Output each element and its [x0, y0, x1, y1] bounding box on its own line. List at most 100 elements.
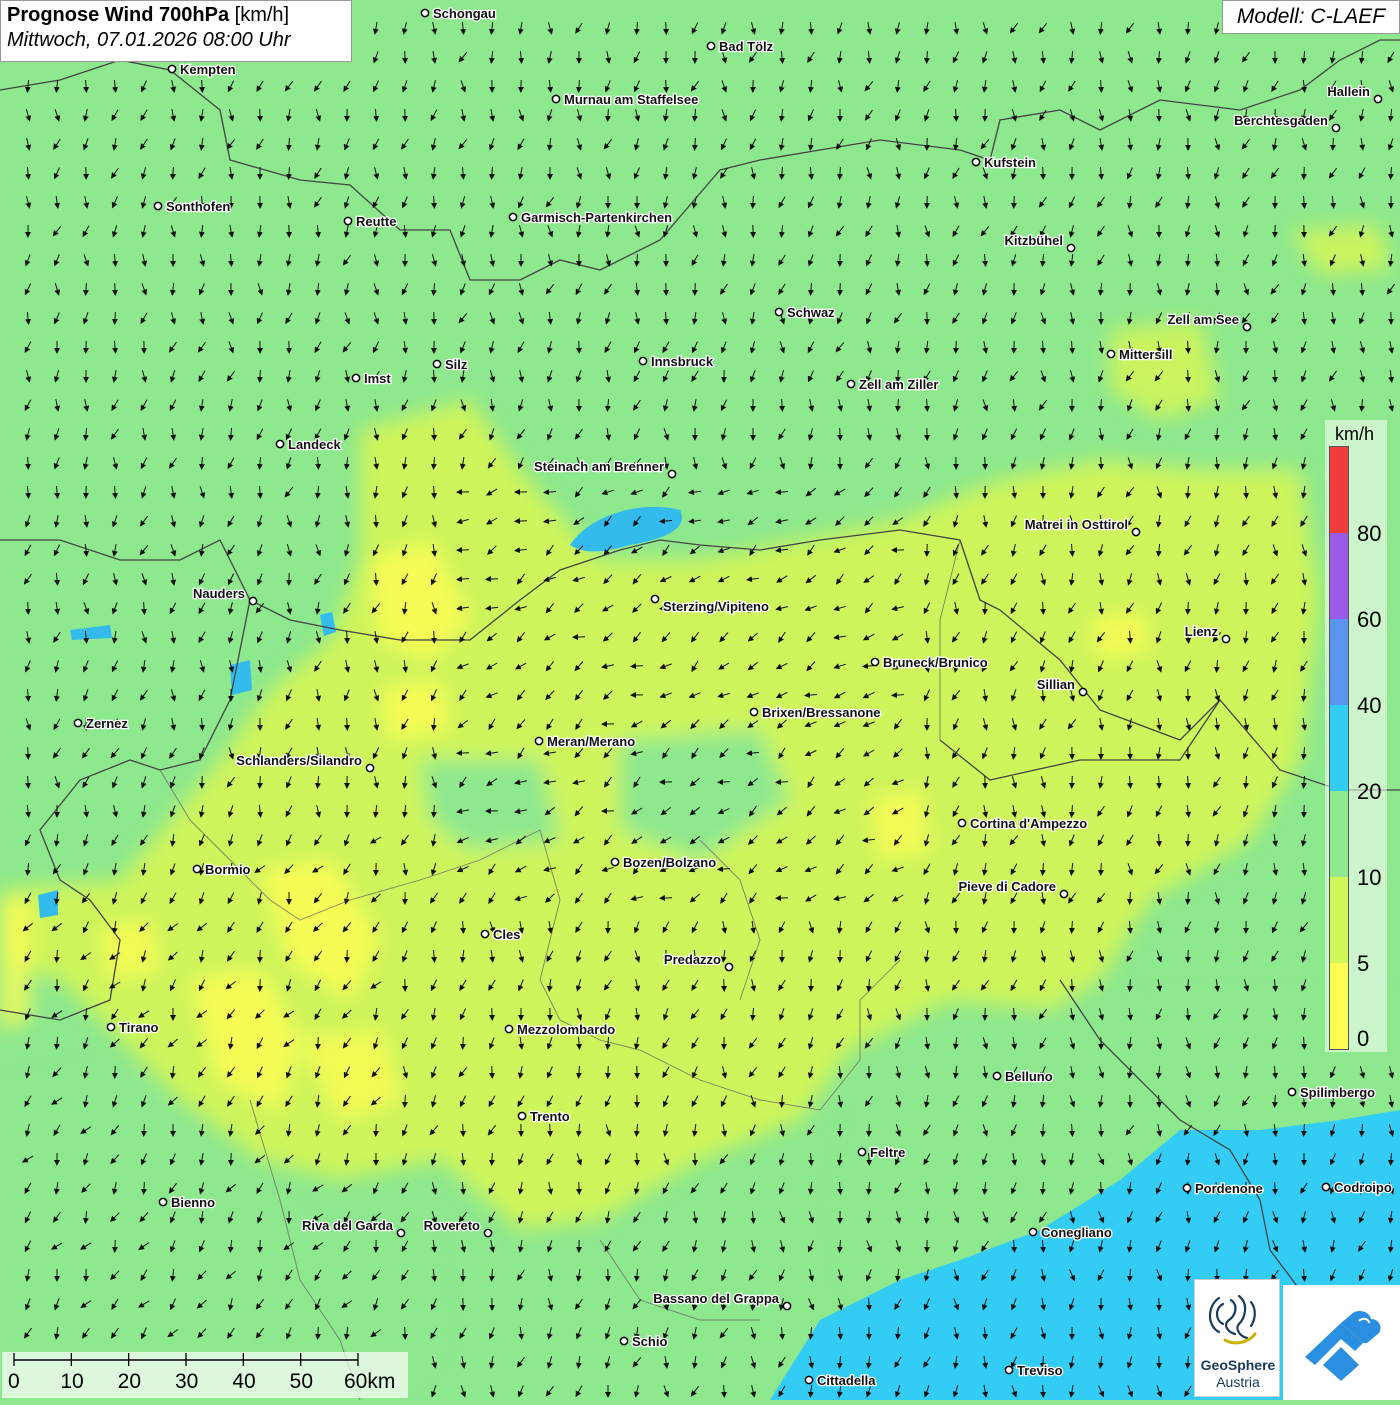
- wind-arrow: [1072, 776, 1073, 788]
- place-dot: [249, 597, 256, 604]
- wind-arrow: [1188, 834, 1189, 846]
- place-label: Bormio: [205, 862, 251, 877]
- place-label: Landeck: [288, 437, 342, 452]
- title-bold: Prognose Wind 700hPa: [7, 4, 229, 26]
- place-marker[interactable]: Spilimbergo: [1288, 1085, 1375, 1100]
- place-dot: [193, 865, 200, 872]
- place-dot: [366, 764, 373, 771]
- legend-unit: km/h: [1335, 424, 1374, 445]
- wind-arrow: [927, 196, 928, 208]
- place-dot: [1332, 124, 1339, 131]
- wind-arrow: [28, 457, 29, 469]
- geosphere-logo[interactable]: GeoSphere Austria: [1194, 1279, 1280, 1397]
- place-marker[interactable]: Meran/Merano: [535, 734, 635, 749]
- place-dot: [805, 1376, 812, 1383]
- place-dot: [1183, 1184, 1190, 1191]
- place-marker[interactable]: Schongau: [421, 6, 495, 21]
- app-logo-icon: [1283, 1285, 1400, 1400]
- place-label: Innsbruck: [651, 354, 714, 369]
- place-marker[interactable]: Brixen/Bressanone: [750, 705, 880, 720]
- place-label: Bassano del Grappa: [653, 1291, 779, 1306]
- wind-arrow: [434, 631, 435, 643]
- place-dot: [871, 658, 878, 665]
- place-label: Mezzolombardo: [517, 1022, 615, 1037]
- place-dot: [972, 158, 979, 165]
- place-dot: [344, 217, 351, 224]
- wind-arrow: [347, 950, 348, 962]
- wind-map[interactable]: SchongauBad TölzKemptenMurnau am Staffel…: [0, 0, 1400, 1400]
- place-dot: [1243, 323, 1250, 330]
- place-dot: [847, 380, 854, 387]
- model-label: Modell: C-LAEF: [1222, 0, 1400, 34]
- place-dot: [775, 308, 782, 315]
- scale-label: 30: [175, 1370, 198, 1394]
- place-label: Brixen/Bressanone: [762, 705, 881, 720]
- wind-arrow: [376, 1124, 377, 1136]
- place-label: Cortina d'Ampezzo: [970, 816, 1087, 831]
- place-marker[interactable]: Innsbruck: [639, 354, 713, 369]
- place-label: Hallein: [1327, 84, 1370, 99]
- wind-arrow: [1333, 138, 1334, 150]
- place-marker[interactable]: Sonthofen: [154, 199, 230, 214]
- wind-arrow: [1130, 283, 1131, 295]
- place-dot: [421, 9, 428, 16]
- scale-label: 60km: [344, 1370, 395, 1394]
- place-label: Sonthofen: [166, 199, 230, 214]
- place-dot: [668, 470, 675, 477]
- legend-class-swatch: [1330, 533, 1348, 619]
- place-label: Kufstein: [984, 155, 1036, 170]
- place-marker[interactable]: Cortina d'Ampezzo: [958, 816, 1087, 831]
- place-label: Lienz: [1185, 624, 1219, 639]
- place-marker[interactable]: Conegliano: [1029, 1225, 1111, 1240]
- title-unit: [km/h]: [235, 4, 289, 26]
- wind-arrow: [1275, 1182, 1276, 1194]
- wind-arrow: [869, 1124, 870, 1136]
- wind-arrow: [144, 1124, 145, 1136]
- scale-label: 0: [8, 1370, 20, 1394]
- scale-label: 10: [60, 1370, 83, 1394]
- legend-class-swatch: [1330, 447, 1348, 533]
- place-label: Sillian: [1037, 677, 1075, 692]
- place-dot: [1029, 1228, 1036, 1235]
- app-logo[interactable]: [1283, 1285, 1400, 1400]
- place-dot: [620, 1337, 627, 1344]
- wind-arrow: [28, 747, 29, 759]
- scale-label: 40: [232, 1370, 255, 1394]
- place-label: Kitzbühel: [1005, 233, 1064, 248]
- place-marker[interactable]: Garmisch-Partenkirchen: [509, 210, 672, 225]
- place-marker[interactable]: Pordenone: [1183, 1181, 1263, 1196]
- place-label: Reutte: [356, 214, 396, 229]
- legend-class-swatch: [1330, 791, 1348, 877]
- place-dot: [159, 1198, 166, 1205]
- place-label: Rovereto: [424, 1218, 480, 1233]
- place-dot: [993, 1072, 1000, 1079]
- wind-arrow: [985, 602, 986, 614]
- wind-arrow: [1043, 1385, 1044, 1397]
- place-dot: [707, 42, 714, 49]
- wind-arrow: [550, 1124, 551, 1136]
- wind-arrow: [1101, 457, 1102, 469]
- legend-color-bar: [1329, 446, 1349, 1050]
- place-label: Codroipo: [1334, 1180, 1392, 1195]
- map-title: Prognose Wind 700hPa [km/h]: [7, 4, 345, 27]
- place-marker[interactable]: Murnau am Staffelsee: [552, 92, 698, 107]
- place-marker[interactable]: Bruneck/Brunico: [871, 655, 987, 670]
- wind-arrow: [724, 979, 725, 991]
- legend-class-label: 20: [1357, 779, 1381, 805]
- place-marker[interactable]: Bozen/Bolzano: [611, 855, 716, 870]
- place-marker[interactable]: Sterzing/Vipiteno: [651, 595, 769, 614]
- place-dot: [1005, 1366, 1012, 1373]
- place-label: Nauders: [193, 586, 245, 601]
- wind-arrow: [956, 341, 957, 353]
- wind-arrow: [463, 1124, 464, 1136]
- place-label: Mittersill: [1119, 347, 1172, 362]
- legend-class-label: 40: [1357, 693, 1381, 719]
- place-dot: [484, 1229, 491, 1236]
- place-marker[interactable]: Cittadella: [805, 1373, 876, 1388]
- place-marker[interactable]: Mezzolombardo: [505, 1022, 615, 1037]
- place-marker[interactable]: Zell am Ziller: [847, 377, 938, 392]
- place-label: Silz: [445, 357, 468, 372]
- geosphere-text: GeoSphere: [1195, 1357, 1281, 1373]
- wind-arrow: [318, 1037, 319, 1049]
- place-label: Cles: [493, 927, 520, 942]
